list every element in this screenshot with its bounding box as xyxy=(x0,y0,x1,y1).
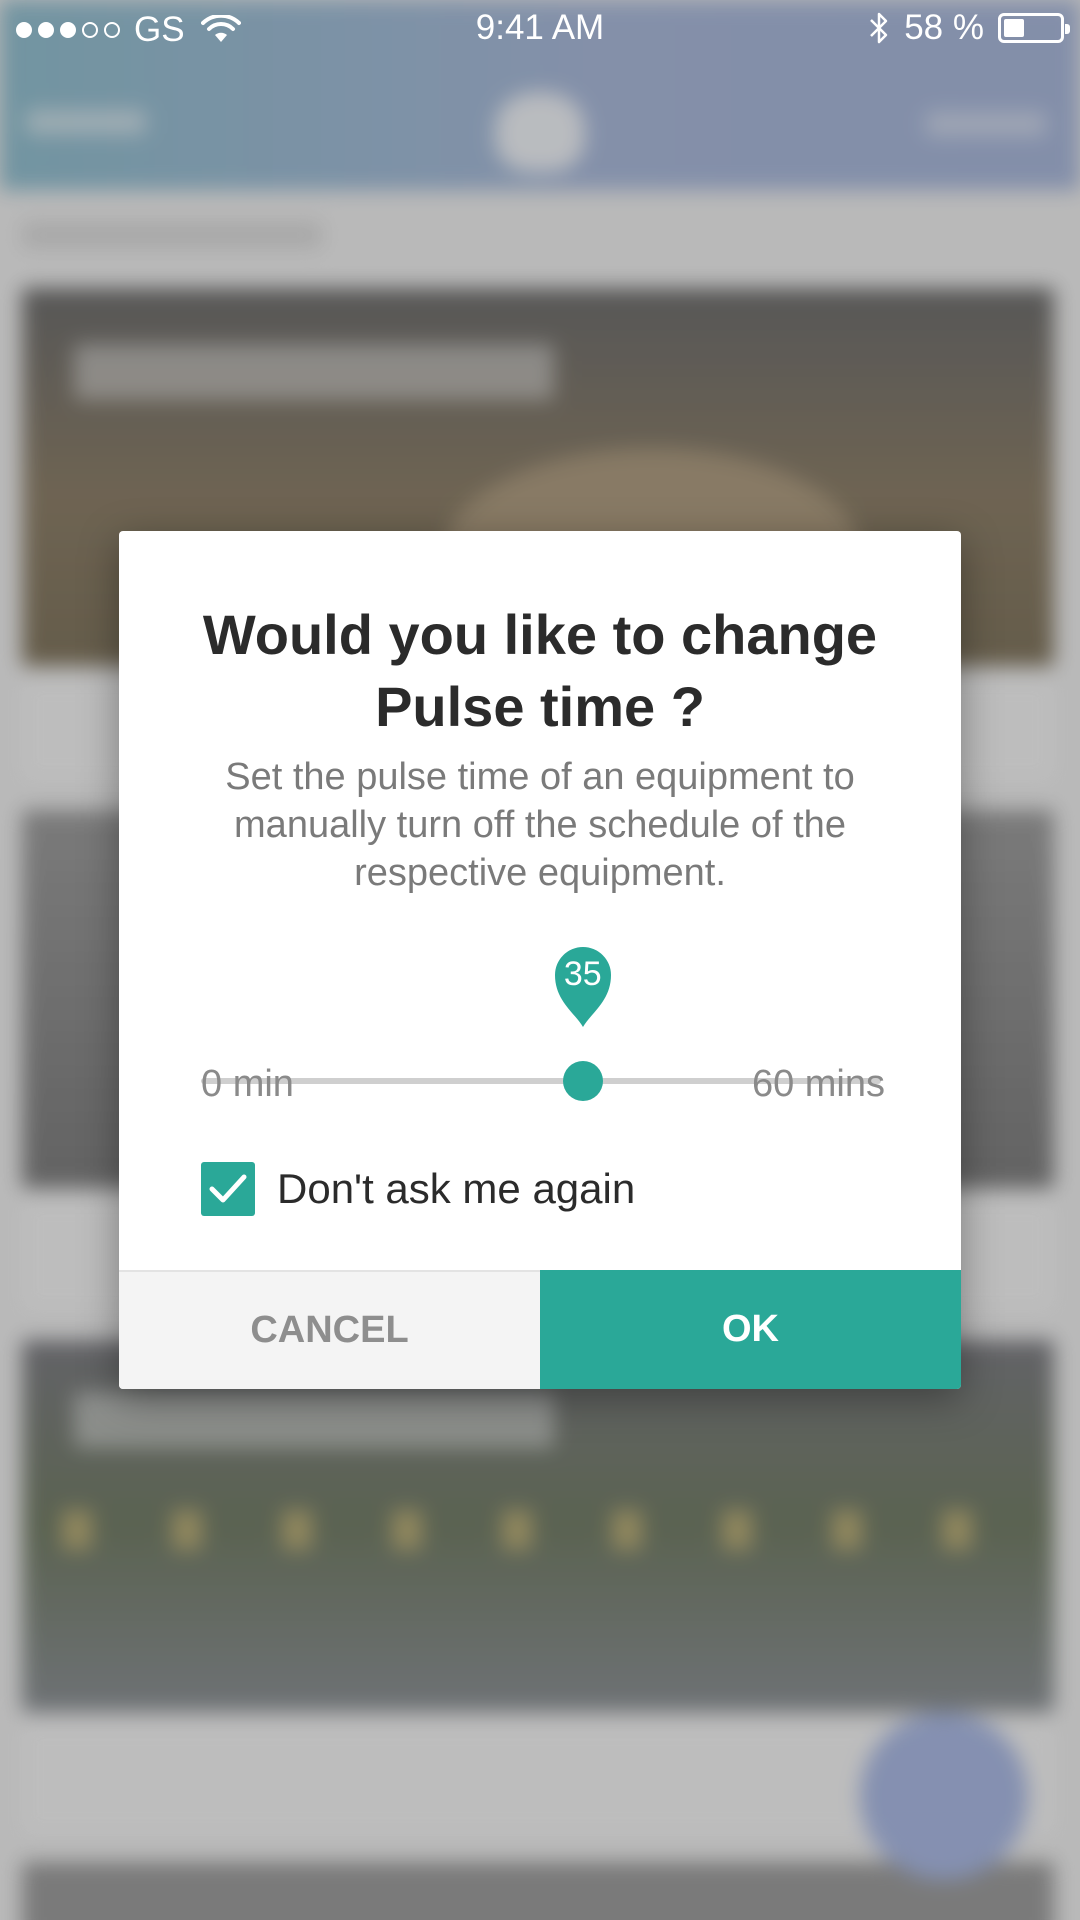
dont-ask-again-row[interactable]: Don't ask me again xyxy=(201,1161,635,1217)
slider-value: 35 xyxy=(563,955,602,993)
bluetooth-icon xyxy=(870,12,888,44)
slider-min-label: 0 min xyxy=(201,1063,294,1105)
cancel-button[interactable]: CANCEL xyxy=(119,1270,540,1389)
check-icon xyxy=(209,1174,247,1203)
ok-button[interactable]: OK xyxy=(540,1270,961,1389)
dialog-actions: CANCEL OK xyxy=(119,1270,961,1389)
slider-max-label: 60 mins xyxy=(751,1063,885,1105)
pulse-time-dialog: Would you like to change Pulse time ? Se… xyxy=(119,531,961,1389)
battery-percent: 58 % xyxy=(904,8,984,47)
dialog-title: Would you like to change Pulse time ? xyxy=(202,603,878,738)
dont-ask-again-checkbox[interactable] xyxy=(201,1162,255,1216)
slider-value-pin: 35 xyxy=(553,941,613,1031)
status-right: 58 % xyxy=(868,8,1070,48)
dialog-description: Set the pulse time of an equipment to ma… xyxy=(225,756,855,894)
status-bar: GS 9:41 AM 58 % xyxy=(0,0,1080,58)
battery-icon xyxy=(998,13,1070,43)
slider-thumb[interactable] xyxy=(562,1061,603,1101)
dont-ask-again-label[interactable]: Don't ask me again xyxy=(277,1165,635,1213)
